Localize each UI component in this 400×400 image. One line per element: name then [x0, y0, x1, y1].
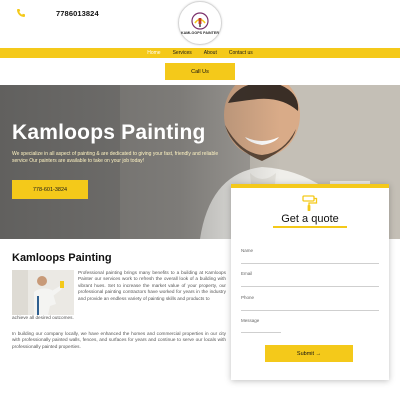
quote-title-underline: [273, 226, 347, 228]
nav-item-home[interactable]: Home: [141, 48, 166, 58]
nav-item-about[interactable]: About: [198, 48, 223, 58]
name-label: Name: [241, 248, 254, 253]
email-label: Email: [241, 271, 253, 276]
quote-title: Get a quote: [281, 213, 339, 225]
about-paragraph-1: Professional painting brings many benefi…: [78, 270, 226, 301]
quote-form: Get a quote Name Email Phone Message Sub…: [231, 184, 389, 380]
email-field[interactable]: [241, 286, 379, 287]
nav-item-services[interactable]: Services: [167, 48, 198, 58]
call-us-button[interactable]: Call Us: [165, 63, 235, 80]
phone-label: Phone: [241, 295, 255, 300]
name-field[interactable]: [241, 263, 379, 264]
message-field[interactable]: [241, 332, 281, 333]
top-header: 7786013824 KAMLOOPS PAINTER: [0, 0, 400, 48]
hero-phone-button[interactable]: 778-601-3824: [12, 180, 88, 199]
about-paragraph-1-end: achieve all desired outcomes.: [12, 315, 74, 320]
main-nav: Home Services About Contact us: [0, 48, 400, 58]
about-paragraph-2: In building our company locally, we have…: [12, 331, 226, 349]
phone-number[interactable]: 7786013824: [56, 9, 99, 18]
phone-icon: [16, 8, 26, 18]
submit-button[interactable]: Submit →: [265, 345, 353, 362]
logo-text: KAMLOOPS PAINTER: [180, 30, 220, 35]
brush-emblem-icon: [191, 11, 209, 30]
paint-roller-icon: [301, 194, 319, 212]
hero-title: Kamloops Painting: [12, 121, 206, 144]
message-label: Message: [241, 318, 260, 323]
nav-item-contact[interactable]: Contact us: [223, 48, 259, 58]
phone-contact[interactable]: 7786013824: [16, 8, 99, 18]
hero-description: We specialize in all aspect of painting …: [12, 151, 219, 165]
site-logo[interactable]: KAMLOOPS PAINTER: [178, 1, 222, 45]
phone-field[interactable]: [241, 310, 379, 311]
painter-image: [12, 270, 74, 315]
about-title: Kamloops Painting: [12, 252, 112, 264]
